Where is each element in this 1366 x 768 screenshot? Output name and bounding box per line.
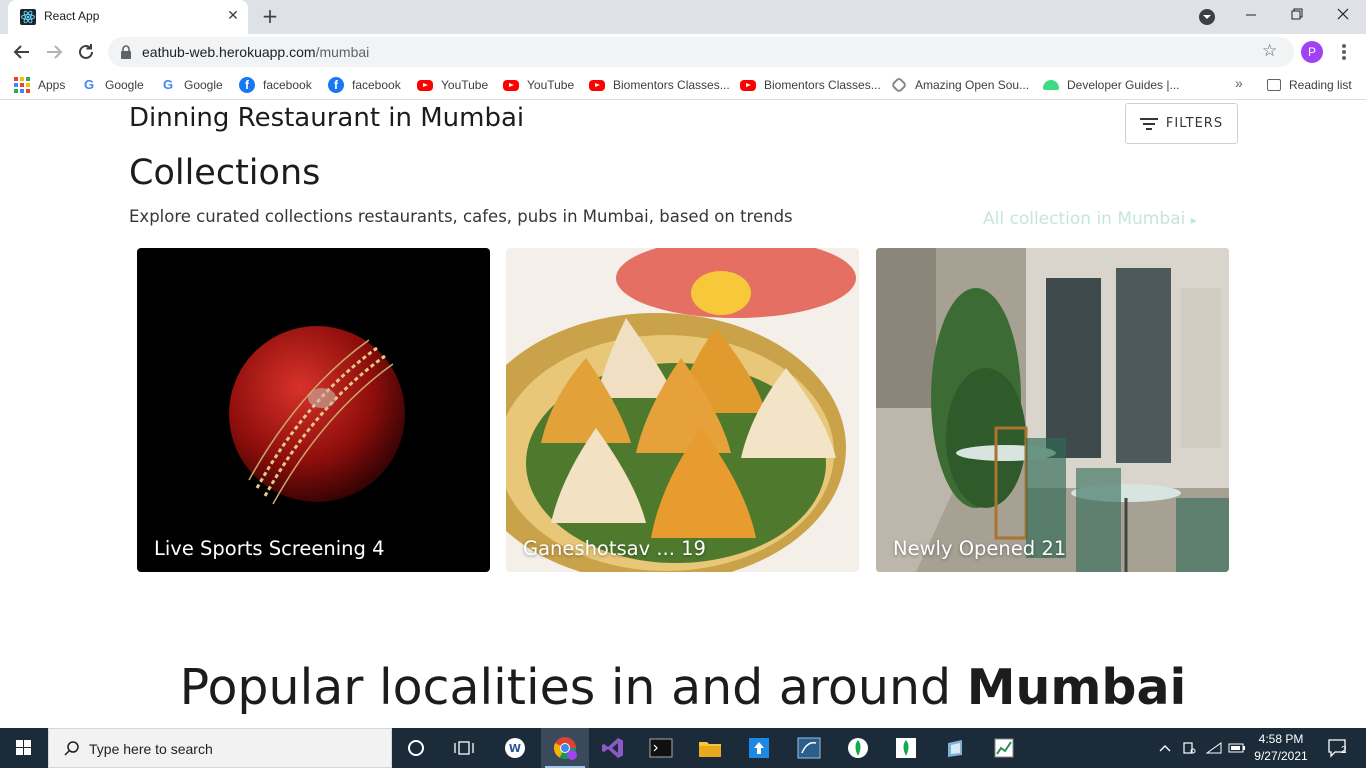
close-tab-icon[interactable]: ✕ [224,7,242,25]
bookmark-apps[interactable]: Apps [14,76,65,94]
mongodb-compass-icon[interactable] [834,728,882,768]
address-bar[interactable]: eathub-web.herokuapp.com/mumbai ☆ [108,37,1294,67]
collections-subtitle: Explore curated collections restaurants,… [129,207,793,226]
minimize-icon[interactable] [1228,0,1274,30]
notification-count: 2 [1341,745,1347,756]
bookmark-facebook[interactable]: f facebook [239,76,312,94]
bookmark-biomentors[interactable]: Biomentors Classes... [589,76,730,94]
browser-tab[interactable]: React App ✕ [8,0,248,34]
file-explorer-icon[interactable] [686,728,734,768]
tab-search-icon[interactable] [1199,9,1215,25]
reading-list-icon [1267,79,1281,91]
localities-heading: Popular localities in and around Mumbai [179,659,1187,716]
windows-start-icon[interactable] [0,728,48,768]
app-upload-icon[interactable] [735,728,783,768]
url-text: eathub-web.herokuapp.com/mumbai [142,44,370,60]
page-content: Dinning Restaurant in Mumbai FILTERS Col… [0,101,1366,728]
bookmark-youtube[interactable]: YouTube [503,76,574,94]
word-app-icon[interactable]: W [491,728,539,768]
card-label: Newly Opened 21 [893,537,1067,560]
clock-time: 4:58 PM [1258,732,1304,746]
cricket-ball-image [229,326,405,505]
chevron-right-icon: ▸ [1190,213,1197,227]
bookmark-amazing-open-source[interactable]: Amazing Open Sou... [890,76,1029,94]
card-label: Live Sports Screening 4 [154,537,385,560]
terminal-icon[interactable] [637,728,685,768]
filter-icon [1139,117,1158,130]
youtube-icon [740,79,756,91]
collection-card-live-sports[interactable]: Live Sports Screening 4 [137,248,490,572]
youtube-icon [589,79,605,91]
forward-icon[interactable] [42,40,66,64]
reading-list-button[interactable]: Reading list [1267,76,1352,94]
cortana-icon[interactable] [392,728,440,768]
bookmark-biomentors[interactable]: Biomentors Classes... [740,76,881,94]
browser-tab-strip: React App ✕ + [0,0,1366,34]
lock-icon [121,45,131,59]
collection-card-ganeshotsav[interactable]: Ganeshotsav ... 19 [506,248,859,572]
react-icon [20,9,36,25]
wifi-icon[interactable] [1203,728,1225,768]
notification-center-icon[interactable]: 2 [1318,728,1358,768]
battery-icon[interactable] [1227,728,1247,768]
open-source-icon [890,76,908,94]
search-placeholder: Type here to search [89,741,213,757]
mongodb-icon[interactable] [882,728,930,768]
facebook-icon: f [239,77,255,93]
chrome-app-icon[interactable] [541,728,589,768]
svg-text:W: W [509,742,521,755]
device-icon[interactable] [1178,728,1200,768]
notepad-chart-icon[interactable] [980,728,1028,768]
google-icon: G [83,77,95,92]
task-view-icon[interactable] [440,728,488,768]
tab-title: React App [44,9,100,23]
facebook-icon: f [328,77,344,93]
show-hidden-icons[interactable] [1155,728,1175,768]
close-window-icon[interactable] [1320,0,1366,30]
filters-label: FILTERS [1165,116,1224,131]
search-icon [64,741,79,756]
profile-avatar[interactable]: P [1301,41,1323,63]
taskbar-search-input[interactable]: Type here to search [48,728,392,768]
more-menu-icon[interactable] [1336,40,1352,64]
bookmark-facebook[interactable]: f facebook [328,76,401,94]
collections-heading: Collections [129,153,321,193]
youtube-icon [503,79,519,91]
system-clock[interactable]: 4:58 PM 9/27/2021 [1250,731,1312,765]
back-icon[interactable] [10,40,34,64]
android-icon [1043,80,1059,90]
bookmarks-bar: Apps G Google G Google f facebook f facebook… [0,70,1366,100]
google-icon: G [162,77,174,92]
restore-icon[interactable] [1274,0,1320,30]
cafe-terrace-image [876,248,1229,572]
bookmark-star-icon[interactable]: ☆ [1262,41,1277,61]
bookmark-google[interactable]: G Google [160,76,223,94]
bookmark-google[interactable]: G Google [81,76,144,94]
visual-studio-icon[interactable] [589,728,637,768]
bookmark-youtube[interactable]: YouTube [417,76,488,94]
collection-card-newly-opened[interactable]: Newly Opened 21 [876,248,1229,572]
more-bookmarks-icon[interactable]: » [1235,75,1243,91]
bookmark-developer-guides[interactable]: Developer Guides |... [1043,76,1180,94]
ssms-icon[interactable] [785,728,833,768]
card-label: Ganeshotsav ... 19 [523,537,706,560]
app-window-icon[interactable] [931,728,979,768]
modak-plate-image [506,248,856,572]
apps-grid-icon [14,77,30,93]
windows-taskbar: Type here to search W 4:58 PM 9/27/2021 … [0,728,1366,768]
clock-date: 9/27/2021 [1254,749,1308,763]
new-tab-icon[interactable]: + [258,5,282,29]
browser-toolbar: eathub-web.herokuapp.com/mumbai ☆ P [0,34,1366,70]
reload-icon[interactable] [74,40,98,64]
all-collections-link[interactable]: All collection in Mumbai ▸ [983,209,1197,229]
youtube-icon [417,79,433,91]
filters-button[interactable]: FILTERS [1125,103,1238,144]
page-title: Dinning Restaurant in Mumbai [129,103,525,133]
